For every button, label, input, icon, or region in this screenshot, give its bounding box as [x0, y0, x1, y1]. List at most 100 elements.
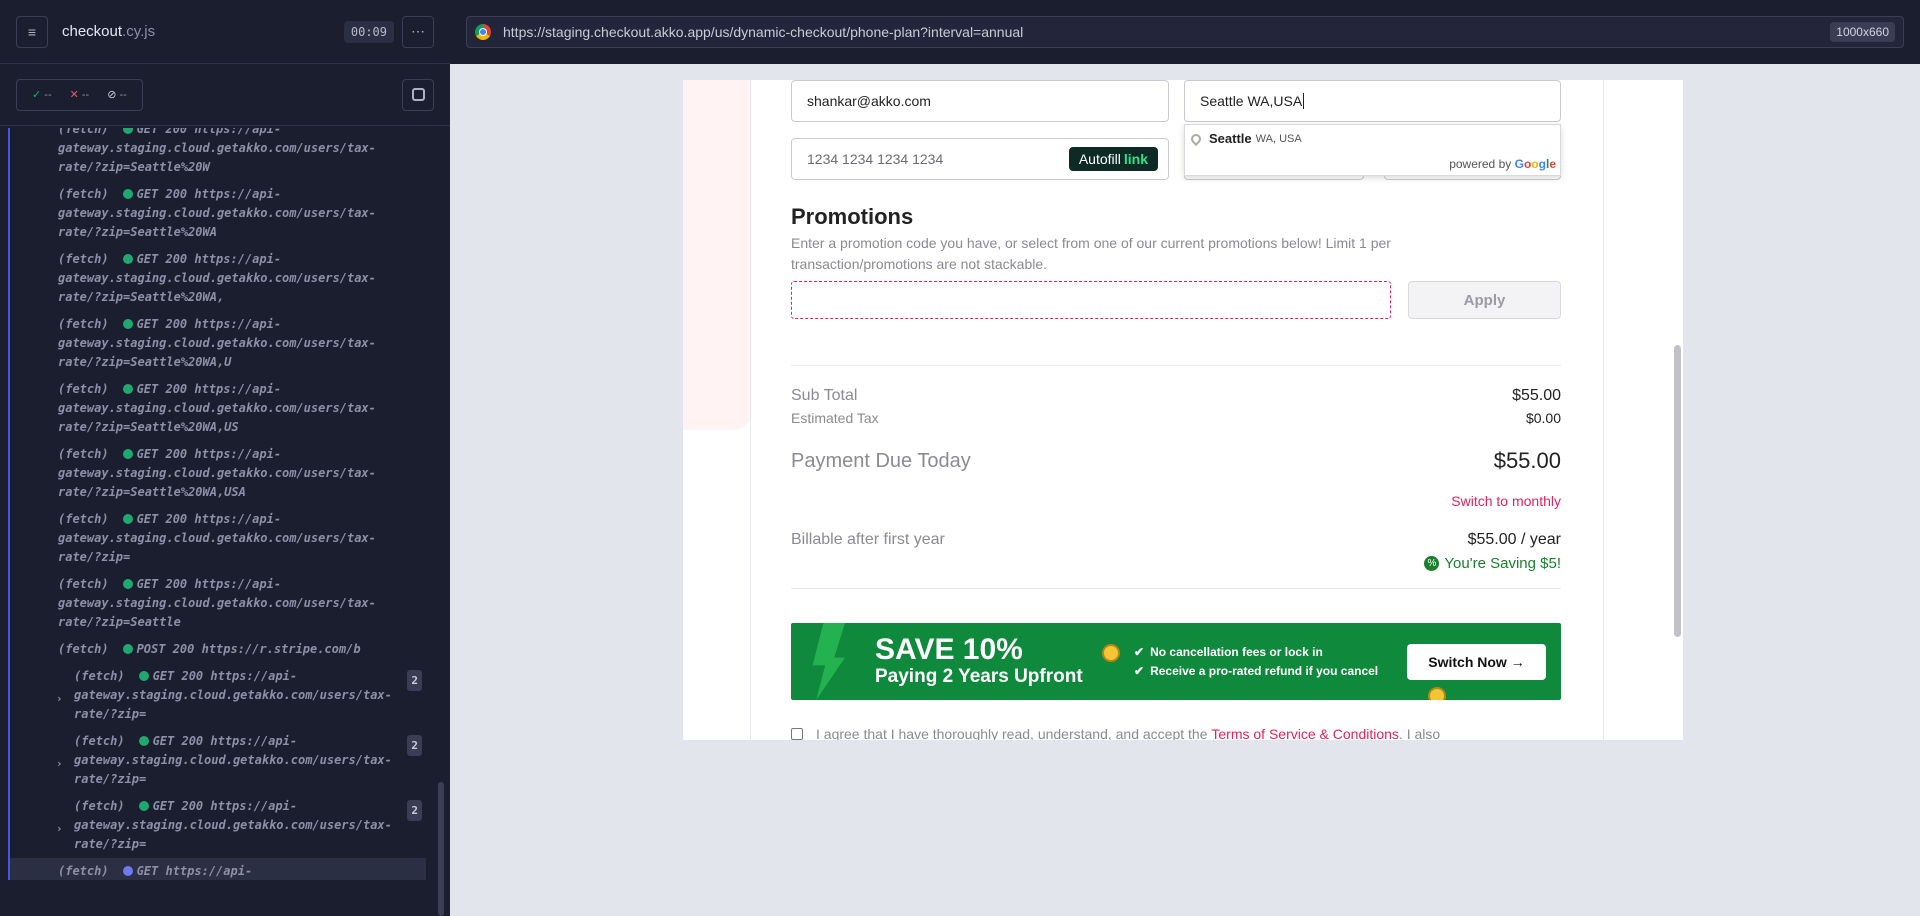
status-dot-icon	[122, 384, 133, 394]
coin-icon	[1102, 644, 1120, 662]
status-dot-icon	[122, 254, 133, 264]
card-number-field[interactable]: 1234 1234 1234 1234 Autofill link	[791, 138, 1169, 180]
status-dot-icon	[138, 671, 149, 681]
url-text[interactable]: https://staging.checkout.akko.app/us/dyn…	[503, 24, 1023, 40]
terms-text-suffix: . I also	[1398, 726, 1441, 740]
autocomplete-suggestion[interactable]: Seattle WA, USA	[1188, 131, 1302, 146]
powered-by-google: powered by Google	[1449, 157, 1556, 171]
toggle-specs-button[interactable]: ≡	[16, 15, 48, 48]
benefit-text: Receive a pro-rated refund if you cancel	[1150, 664, 1379, 678]
command-count-badge: 2	[407, 735, 422, 756]
autofill-link-button[interactable]: Autofill link	[1068, 147, 1158, 171]
chevron-right-icon[interactable]: ›	[56, 819, 63, 838]
address-value: Seattle WA,USA	[1200, 93, 1303, 109]
status-dot-icon	[122, 644, 133, 654]
benefit-text: No cancellation fees or lock in	[1150, 645, 1323, 659]
command-list: (fetch) GET 200 https://api-gateway.stagi…	[10, 128, 426, 880]
command-kind: (fetch)	[58, 252, 109, 266]
failed-count: --	[81, 89, 90, 101]
terms-checkbox[interactable]	[791, 728, 803, 740]
command-kind: (fetch)	[58, 577, 109, 591]
url-bar-container: https://staging.checkout.akko.app/us/dyn…	[450, 0, 1920, 64]
save-10-percent-banner: SAVE 10% Paying 2 Years Upfront ✔ No canc…	[791, 623, 1561, 700]
powered-by-text: powered by	[1449, 157, 1512, 171]
lightning-bolt-icon	[812, 623, 845, 700]
promo-code-input[interactable]	[791, 281, 1391, 319]
email-field[interactable]: shankar@akko.com	[791, 80, 1169, 122]
ellipsis-icon: ⋯	[411, 23, 425, 39]
app-under-test: shankar@akko.com Seattle WA,USA 1234 123…	[683, 80, 1683, 740]
command-kind: (fetch)	[58, 128, 109, 136]
command-log-entry[interactable]: › (fetch) GET 200 https://api-gateway.stag…	[10, 793, 426, 858]
payment-due-label: Payment Due Today	[791, 450, 971, 472]
savings-note: % You're Saving $5!	[1424, 555, 1561, 572]
command-log-entry[interactable]: › (fetch) GET 200 https://api-gateway.stag…	[10, 663, 426, 728]
command-log-scrollbar[interactable]	[438, 782, 444, 916]
map-pin-icon	[1188, 131, 1204, 146]
more-options-button[interactable]: ⋯	[402, 15, 434, 48]
failed-stat: ✕ --	[61, 88, 99, 101]
viewport-size-badge: 1000x660	[1830, 22, 1895, 42]
x-icon: ✕	[69, 89, 79, 101]
status-dot-icon	[138, 736, 149, 746]
card-number-placeholder: 1234 1234 1234 1234	[807, 151, 944, 167]
url-bar[interactable]: https://staging.checkout.akko.app/us/dyn…	[466, 16, 1904, 48]
divider	[791, 588, 1561, 589]
command-log-entry[interactable]: (fetch) GET 200 https://api-gateway.stagi…	[10, 128, 426, 181]
command-log-entry[interactable]: (fetch) GET 200 https://api-gateway.stagi…	[10, 311, 426, 376]
autofill-label: Autofill	[1078, 151, 1121, 167]
page-scrollbar[interactable]	[1673, 80, 1683, 740]
divider	[791, 365, 1561, 366]
command-log-entry[interactable]: (fetch) GET 200 https://api-gateway.stagi…	[10, 506, 426, 571]
command-log-entry[interactable]: (fetch) GET 200 https://api-gateway.stagi…	[10, 181, 426, 246]
terms-link[interactable]: Terms of Service & Conditions	[1211, 726, 1399, 740]
command-count-badge: 2	[407, 670, 422, 691]
command-log[interactable]: (fetch) GET 200 https://api-gateway.stagi…	[8, 128, 428, 880]
command-kind: (fetch)	[58, 642, 109, 656]
status-dot-icon	[122, 449, 133, 459]
banner-headline: SAVE 10%	[875, 633, 1023, 666]
page-scrollbar-thumb[interactable]	[1674, 345, 1681, 637]
runner-header: ≡ checkout.cy.js 00:09 ⋯	[0, 0, 450, 64]
stop-run-button[interactable]	[402, 78, 434, 111]
status-dot-icon	[122, 514, 133, 524]
command-log-entry[interactable]: (fetch) GET 200 https://api-gateway.stagi…	[10, 376, 426, 441]
banner-benefits-list: ✔ No cancellation fees or lock in ✔ Receiv…	[1134, 643, 1378, 681]
command-kind: (fetch)	[74, 734, 125, 748]
chrome-icon	[475, 24, 491, 40]
skip-icon: ⊘	[107, 89, 117, 101]
command-kind: (fetch)	[58, 447, 109, 461]
decorative-background-shape	[683, 80, 753, 430]
check-icon: ✔	[1134, 664, 1145, 678]
switch-now-button[interactable]: Switch Now →	[1407, 644, 1546, 680]
command-kind: (fetch)	[58, 512, 109, 526]
spec-ext-text: .cy.js	[122, 23, 156, 40]
status-dot-icon	[138, 801, 149, 811]
suggestion-main-text: Seattle	[1209, 131, 1252, 146]
command-log-entry[interactable]: (fetch)GET https://api-gateway.staging.c…	[10, 858, 426, 880]
command-kind: (fetch)	[74, 799, 125, 813]
billable-label: Billable after first year	[791, 531, 945, 548]
subtotal-label: Sub Total	[791, 387, 858, 404]
benefit-item: ✔ Receive a pro-rated refund if you cance…	[1134, 662, 1378, 681]
address-autocomplete-dropdown: Seattle WA, USA powered by Google	[1184, 124, 1561, 176]
run-timer: 00:09	[343, 20, 394, 43]
command-log-entry[interactable]: › (fetch) GET 200 https://api-gateway.stag…	[10, 728, 426, 793]
command-log-entry[interactable]: (fetch) GET 200 https://api-gateway.stagi…	[10, 571, 426, 636]
chevron-right-icon[interactable]: ›	[56, 689, 63, 708]
command-kind: (fetch)	[58, 187, 109, 201]
command-log-entry[interactable]: (fetch) GET 200 https://api-gateway.stagi…	[10, 246, 426, 311]
browser-area: https://staging.checkout.akko.app/us/dyn…	[450, 0, 1920, 916]
command-kind: (fetch)	[58, 317, 109, 331]
apply-button[interactable]: Apply	[1408, 281, 1561, 319]
command-log-entry[interactable]: (fetch) POST 200 https://r.stripe.com/b	[10, 636, 426, 663]
address-field[interactable]: Seattle WA,USA	[1184, 80, 1561, 122]
banner-subhead: Paying 2 Years Upfront	[875, 666, 1083, 687]
switch-to-monthly-link[interactable]: Switch to monthly	[1451, 493, 1561, 509]
spec-name-text: checkout	[62, 23, 123, 40]
chevron-right-icon[interactable]: ›	[56, 754, 63, 773]
check-icon: ✓	[32, 89, 42, 101]
command-log-entry[interactable]: (fetch) GET 200 https://api-gateway.stagi…	[10, 441, 426, 506]
test-stats: ✓ -- ✕ -- ⊘ --	[16, 78, 143, 111]
checkout-card: shankar@akko.com Seattle WA,USA 1234 123…	[750, 80, 1604, 740]
